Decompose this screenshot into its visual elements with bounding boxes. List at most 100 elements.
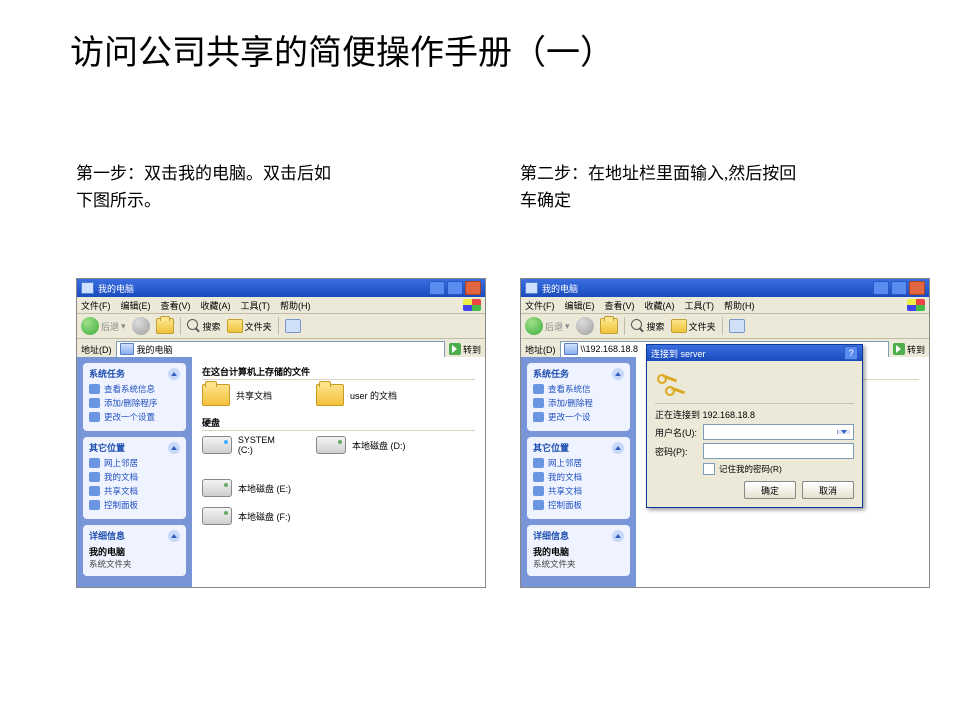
sidebar-item[interactable]: 网上邻居	[533, 457, 624, 469]
sidebar-item[interactable]: 我的文档	[533, 471, 624, 483]
sidebar-item[interactable]: 控制面板	[533, 499, 624, 511]
menu-help[interactable]: 帮助(H)	[724, 299, 755, 312]
menu-file[interactable]: 文件(F)	[81, 299, 111, 312]
drive-icon	[316, 436, 346, 454]
sidebar-item[interactable]: 添加/删除程	[533, 397, 624, 409]
up-folder-icon[interactable]	[156, 318, 174, 334]
search-label: 搜索	[203, 320, 221, 333]
collapse-icon[interactable]	[168, 442, 180, 454]
collapse-icon[interactable]	[168, 368, 180, 380]
collapse-icon[interactable]	[612, 530, 624, 542]
address-value: 我的电脑	[137, 343, 173, 356]
sidebar-item[interactable]: 我的文档	[89, 471, 180, 483]
collapse-icon[interactable]	[612, 442, 624, 454]
ok-button[interactable]: 确定	[744, 481, 796, 499]
cancel-button[interactable]: 取消	[802, 481, 854, 499]
username-input[interactable]	[703, 424, 854, 440]
folder-shared-docs[interactable]: 共享文档	[202, 384, 292, 406]
separator	[624, 317, 625, 335]
search-icon[interactable]	[631, 319, 645, 333]
checkbox-icon	[703, 463, 715, 475]
menu-tools[interactable]: 工具(T)	[685, 299, 715, 312]
collapse-icon[interactable]	[168, 530, 180, 542]
forward-icon	[132, 317, 150, 335]
go-button[interactable]: 转到	[449, 343, 481, 356]
detail-subtitle: 系统文件夹	[89, 558, 180, 570]
sidebar-item[interactable]: 更改一个设	[533, 411, 624, 423]
documents-icon	[89, 472, 100, 482]
sidebar-item[interactable]: 更改一个设置	[89, 411, 180, 423]
sidebar-item[interactable]: 添加/删除程序	[89, 397, 180, 409]
go-button[interactable]: 转到	[893, 343, 925, 356]
section-heading-drives: 硬盘	[202, 416, 475, 431]
address-input[interactable]: 我的电脑	[116, 341, 445, 358]
view-icon[interactable]	[729, 319, 745, 333]
go-arrow-icon	[449, 343, 461, 355]
shared-icon	[533, 486, 544, 496]
dropdown-icon[interactable]	[837, 430, 850, 434]
maximize-button[interactable]	[447, 281, 463, 295]
minimize-button[interactable]	[429, 281, 445, 295]
go-label: 转到	[463, 343, 481, 356]
drive-e[interactable]: 本地磁盘 (E:)	[202, 479, 292, 497]
drive-d[interactable]: 本地磁盘 (D:)	[316, 435, 406, 455]
menu-favorites[interactable]: 收藏(A)	[645, 299, 675, 312]
menu-edit[interactable]: 编辑(E)	[121, 299, 151, 312]
screenshot-1: 我的电脑 文件(F) 编辑(E) 查看(V) 收藏(A) 工具(T) 帮助(H)…	[76, 278, 486, 588]
folders-icon[interactable]	[671, 319, 687, 333]
sidebar-item[interactable]: 共享文档	[533, 485, 624, 497]
drive-f[interactable]: 本地磁盘 (F:)	[202, 507, 292, 525]
menu-view[interactable]: 查看(V)	[161, 299, 191, 312]
back-icon[interactable]	[81, 317, 99, 335]
step2-caption: 第二步：在地址栏里面输入,然后按回车确定	[520, 160, 800, 214]
view-icon[interactable]	[285, 319, 301, 333]
keys-icon	[655, 370, 685, 400]
detail-subtitle: 系统文件夹	[533, 558, 624, 570]
content-pane: 在这台计算机上存储的文件 共享文档 user 的文档 硬盘 SYSTEM (C:…	[192, 357, 485, 587]
menu-favorites[interactable]: 收藏(A)	[201, 299, 231, 312]
menu-help[interactable]: 帮助(H)	[280, 299, 311, 312]
panel-heading: 其它位置	[533, 441, 569, 454]
back-icon[interactable]	[525, 317, 543, 335]
close-button[interactable]	[909, 281, 925, 295]
settings-icon	[89, 412, 100, 422]
menu-tools[interactable]: 工具(T)	[241, 299, 271, 312]
panel-heading: 详细信息	[533, 529, 569, 542]
computer-icon	[81, 282, 94, 294]
sidebar: 系统任务 查看系统信 添加/删除程 更改一个设 其它位置 网上邻居 我的文档 共…	[521, 357, 636, 587]
help-button[interactable]: ?	[844, 346, 858, 360]
drive-icon	[202, 479, 232, 497]
back-label: 后退	[545, 320, 563, 333]
menu-view[interactable]: 查看(V)	[605, 299, 635, 312]
menu-bar: 文件(F) 编辑(E) 查看(V) 收藏(A) 工具(T) 帮助(H)	[77, 297, 485, 314]
sidebar-item[interactable]: 查看系统信息	[89, 383, 180, 395]
detail-title: 我的电脑	[533, 545, 624, 558]
folder-user-docs[interactable]: user 的文档	[316, 384, 406, 406]
folders-icon[interactable]	[227, 319, 243, 333]
drive-icon	[202, 507, 232, 525]
panel-details: 详细信息 我的电脑 系统文件夹	[527, 525, 630, 576]
maximize-button[interactable]	[891, 281, 907, 295]
close-button[interactable]	[465, 281, 481, 295]
minimize-button[interactable]	[873, 281, 889, 295]
sidebar-item[interactable]: 网上邻居	[89, 457, 180, 469]
search-icon[interactable]	[187, 319, 201, 333]
menu-file[interactable]: 文件(F)	[525, 299, 555, 312]
up-folder-icon[interactable]	[600, 318, 618, 334]
remember-label: 记住我的密码(R)	[719, 463, 782, 475]
password-label: 密码(P):	[655, 445, 699, 458]
password-input[interactable]	[703, 443, 854, 459]
drive-c[interactable]: SYSTEM (C:)	[202, 435, 292, 455]
collapse-icon[interactable]	[612, 368, 624, 380]
step1-caption: 第一步：双击我的电脑。双击后如下图所示。	[76, 160, 336, 214]
username-label: 用户名(U):	[655, 426, 699, 439]
sidebar-item[interactable]: 控制面板	[89, 499, 180, 511]
address-label: 地址(D)	[525, 343, 556, 356]
menu-edit[interactable]: 编辑(E)	[565, 299, 595, 312]
panel-heading: 详细信息	[89, 529, 125, 542]
sidebar-item[interactable]: 共享文档	[89, 485, 180, 497]
drive-icon	[202, 436, 232, 454]
panel-other-places: 其它位置 网上邻居 我的文档 共享文档 控制面板	[527, 437, 630, 519]
sidebar-item[interactable]: 查看系统信	[533, 383, 624, 395]
remember-checkbox[interactable]: 记住我的密码(R)	[703, 463, 854, 475]
